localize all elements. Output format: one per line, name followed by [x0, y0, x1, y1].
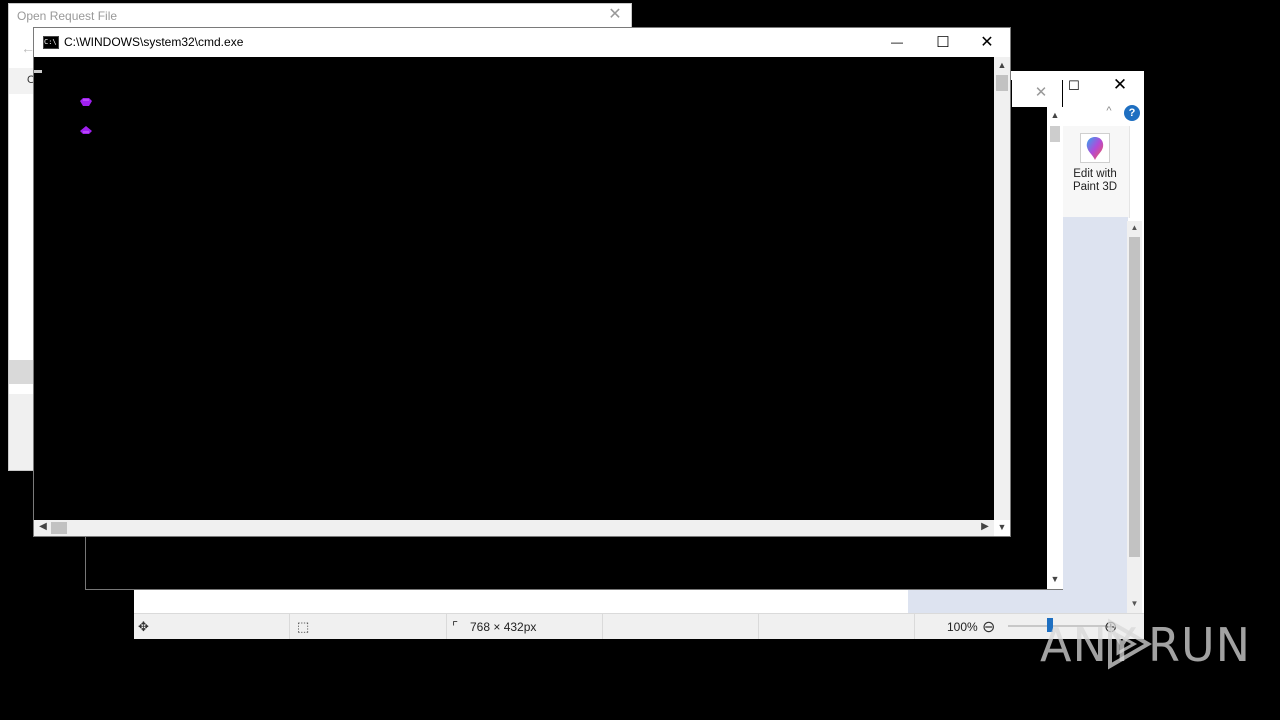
scrollbar-thumb[interactable]	[51, 522, 67, 534]
scroll-down-arrow-icon[interactable]: ▼	[1047, 574, 1063, 586]
scrollbar-thumb[interactable]	[996, 75, 1008, 91]
ribbon-collapse-icon[interactable]: ^	[1102, 105, 1116, 119]
cmd-window: C:\ C:\WINDOWS\system32\cmd.exe — ☐ ✕ ▲ …	[33, 27, 1011, 537]
scroll-down-arrow-icon[interactable]: ▼	[1129, 599, 1140, 611]
zoom-out-icon[interactable]: ⊖	[982, 617, 995, 637]
help-icon[interactable]: ?	[1124, 105, 1140, 121]
paint-vertical-scrollbar[interactable]: ▲ ▼	[1127, 221, 1142, 613]
selection-icon: ⬚	[297, 619, 310, 634]
cmd-vertical-scrollbar[interactable]: ▲	[994, 57, 1010, 520]
scroll-left-arrow-icon[interactable]: ◀	[36, 521, 50, 535]
status-selection-cell: ⬚	[289, 614, 447, 639]
background-window-close-button[interactable]: ✕	[1030, 83, 1052, 103]
edit-with-paint3d-label[interactable]: Edit with Paint 3D	[1064, 168, 1126, 194]
console-cursor	[34, 70, 42, 73]
dialog-title: Open Request File	[17, 9, 118, 23]
cmd-console-output[interactable]	[34, 57, 994, 520]
scroll-right-arrow-icon[interactable]: ▶	[978, 521, 992, 535]
background-window-vertical-scrollbar[interactable]: ▲ ▼	[1047, 107, 1063, 589]
scrollbar-thumb[interactable]	[1050, 126, 1060, 142]
play-logo-icon	[1108, 618, 1152, 670]
console-glyph-icon	[80, 126, 92, 134]
scroll-up-arrow-icon[interactable]: ▲	[1129, 223, 1140, 235]
paint3d-icon[interactable]	[1080, 133, 1110, 163]
paint3d-logo-icon	[1086, 137, 1104, 160]
cmd-app-icon[interactable]: C:\	[43, 36, 59, 49]
anyrun-watermark: ANY RUN	[1040, 612, 1250, 672]
scroll-up-arrow-icon[interactable]: ▲	[994, 60, 1010, 72]
scroll-up-arrow-icon[interactable]: ▲	[1047, 110, 1063, 122]
paint-close-button[interactable]: ✕	[1109, 75, 1131, 95]
status-cursor-cell: ✥	[134, 614, 290, 639]
cmd-minimize-button[interactable]: —	[874, 28, 920, 57]
cmd-horizontal-scrollbar[interactable]: ◀ ▶	[34, 520, 994, 536]
cmd-close-button[interactable]: ✕	[964, 28, 1010, 57]
dialog-header-row: O	[9, 68, 36, 94]
watermark-run-text: RUN	[1148, 618, 1252, 672]
dialog-close-button[interactable]: ✕	[607, 6, 623, 24]
status-empty-cell	[602, 614, 759, 639]
zoom-level-text: 100%	[947, 620, 978, 634]
move-icon: ✥	[138, 619, 149, 634]
cmd-maximize-button[interactable]: ☐	[920, 28, 966, 57]
console-glyph-icon	[80, 98, 92, 106]
scroll-down-arrow-icon[interactable]: ▼	[994, 522, 1010, 534]
paint-status-bar: ✥ ⬚ ⌜ 768 × 432px 100% ⊖ ⊕	[134, 613, 1144, 639]
status-empty-cell-2	[758, 614, 915, 639]
image-size-text: 768 × 432px	[470, 620, 537, 634]
cmd-titlebar[interactable]: C:\ C:\WINDOWS\system32\cmd.exe — ☐ ✕	[34, 28, 1010, 57]
cmd-window-title: C:\WINDOWS\system32\cmd.exe	[64, 35, 244, 49]
scrollbar-thumb[interactable]	[1129, 237, 1140, 557]
paint-maximize-button[interactable]: ☐	[1064, 77, 1084, 95]
image-size-icon: ⌜	[452, 619, 459, 634]
status-size-cell: ⌜ 768 × 432px	[446, 614, 603, 639]
